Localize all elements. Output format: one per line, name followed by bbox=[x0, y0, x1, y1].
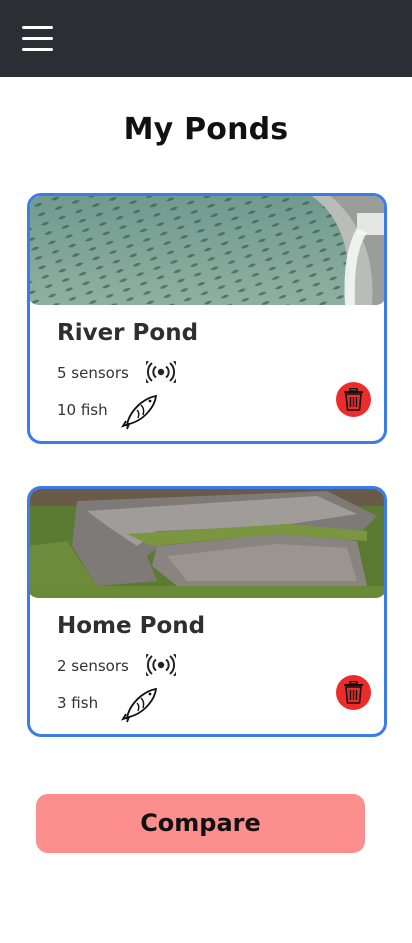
radio-signal-icon bbox=[146, 361, 176, 383]
pond-name: Home Pond bbox=[57, 613, 206, 639]
pond-name: River Pond bbox=[57, 320, 199, 346]
radio-signal-icon bbox=[146, 654, 176, 676]
sensor-count: 5 sensors bbox=[57, 364, 129, 382]
sensor-count: 2 sensors bbox=[57, 657, 129, 675]
trash-icon bbox=[344, 681, 363, 704]
fish-count: 10 fish bbox=[57, 401, 108, 419]
hamburger-menu-icon[interactable] bbox=[22, 26, 53, 52]
page-title: My Ponds bbox=[123, 112, 289, 147]
pond-card-home[interactable]: Home Pond 2 sensors 3 fish bbox=[27, 486, 387, 737]
delete-button[interactable] bbox=[336, 675, 371, 710]
trash-icon bbox=[344, 388, 363, 411]
fish-icon bbox=[121, 394, 158, 430]
pond-card-river[interactable]: River Pond 5 sensors 10 fish bbox=[27, 193, 387, 444]
fish-farm-tank-photo bbox=[30, 196, 384, 305]
fish-icon bbox=[121, 687, 158, 723]
top-app-bar bbox=[0, 0, 412, 77]
delete-button[interactable] bbox=[336, 382, 371, 417]
outdoor-pond-photo bbox=[30, 489, 384, 598]
fish-count: 3 fish bbox=[57, 694, 99, 712]
compare-button[interactable]: Compare bbox=[36, 794, 365, 853]
